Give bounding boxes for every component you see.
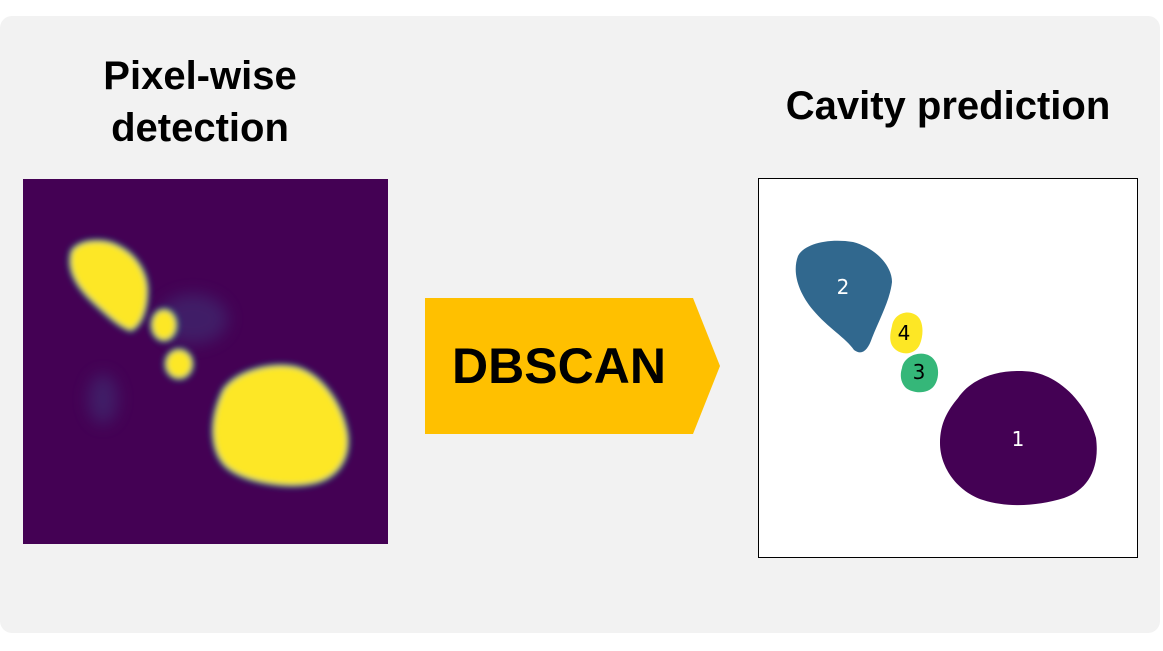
cluster-2-label: 2 [837,275,850,299]
cavity-prediction-title: Cavity prediction [758,80,1138,132]
heatmap-halo [88,374,118,424]
heatmap-blob-small-2 [163,347,195,381]
pixel-wise-detection-title: Pixel-wise detection [50,50,350,154]
dbscan-label: DBSCAN [425,298,693,434]
right-title-text: Cavity prediction [785,84,1111,128]
cluster-3-label: 3 [913,360,926,384]
plot-frame [758,178,1138,558]
cluster-4-label: 4 [898,321,911,345]
dbscan-label-text: DBSCAN [452,338,666,394]
left-title-text: Pixel-wise detection [103,54,297,150]
pixel-wise-detection-heatmap [23,179,388,544]
heatmap-blob-small-1 [149,307,179,343]
cluster-1-label: 1 [1012,427,1025,451]
cavity-prediction-plot: 2 4 3 1 [758,178,1138,558]
heatmap-background [23,179,388,544]
